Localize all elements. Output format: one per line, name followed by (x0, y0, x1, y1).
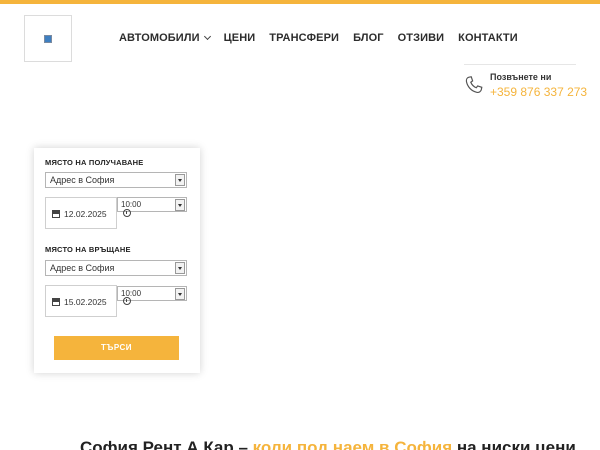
nav-item-contacts[interactable]: КОНТАКТИ (458, 32, 518, 44)
calendar-icon (52, 298, 60, 306)
nav-item-blog[interactable]: БЛОГ (353, 32, 384, 44)
broken-image-icon (44, 35, 52, 43)
pickup-date-value: 12.02.2025 (64, 209, 107, 219)
phone-number-link[interactable]: +359 876 337 273 (490, 85, 587, 99)
nav-item-reviews[interactable]: ОТЗИВИ (398, 32, 445, 44)
chevron-down-icon (203, 32, 211, 41)
dropdown-arrow-icon (175, 288, 185, 300)
dropdown-arrow-icon (175, 262, 185, 274)
nav-item-label: ОТЗИВИ (397, 32, 445, 44)
dropdown-arrow-icon (175, 199, 185, 211)
logo[interactable] (24, 15, 72, 62)
return-date-value: 15.02.2025 (64, 297, 107, 307)
return-label: МЯСТО НА ВРЪЩАНЕ (45, 245, 131, 254)
nav-item-transfers[interactable]: ТРАНСФЕРИ (269, 32, 339, 44)
divider (464, 64, 576, 65)
return-location-value: Адрес в София (50, 263, 115, 273)
main-nav: АВТОМОБИЛИ ЦЕНИ ТРАНСФЕРИ БЛОГ ОТЗИВИ КО… (119, 32, 518, 44)
clock-icon (123, 297, 131, 305)
nav-item-label: ЦЕНИ (223, 32, 256, 44)
call-us-label: Позвънете ни (490, 72, 552, 82)
headline-part: на ниски цени (452, 438, 576, 450)
headline-link[interactable]: коли под наем в София (253, 438, 453, 450)
pickup-time-value: 10:00 (121, 200, 142, 209)
pickup-location-value: Адрес в София (50, 175, 115, 185)
nav-item-cars[interactable]: АВТОМОБИЛИ (119, 32, 211, 44)
nav-item-label: АВТОМОБИЛИ (119, 32, 200, 44)
clock-icon (123, 209, 131, 217)
nav-item-label: БЛОГ (353, 32, 384, 44)
booking-form: МЯСТО НА ПОЛУЧАВАНЕ Адрес в София 12.02.… (34, 148, 200, 373)
nav-item-prices[interactable]: ЦЕНИ (224, 32, 256, 44)
pickup-location-select[interactable]: Адрес в София (45, 172, 187, 188)
nav-item-label: КОНТАКТИ (458, 32, 518, 44)
page-headline: София Рент А Кар – коли под наем в София… (80, 438, 576, 450)
pickup-label: МЯСТО НА ПОЛУЧАВАНЕ (45, 158, 144, 167)
return-date-field[interactable]: 15.02.2025 (45, 285, 117, 317)
calendar-icon (52, 210, 60, 218)
return-location-select[interactable]: Адрес в София (45, 260, 187, 276)
phone-icon[interactable] (463, 74, 485, 96)
dropdown-arrow-icon (175, 174, 185, 186)
headline-part: София Рент А Кар – (80, 438, 253, 450)
nav-item-label: ТРАНСФЕРИ (269, 32, 340, 44)
search-button[interactable]: ТЪРСИ (54, 336, 179, 360)
top-accent-bar (0, 0, 600, 4)
pickup-date-field[interactable]: 12.02.2025 (45, 197, 117, 229)
